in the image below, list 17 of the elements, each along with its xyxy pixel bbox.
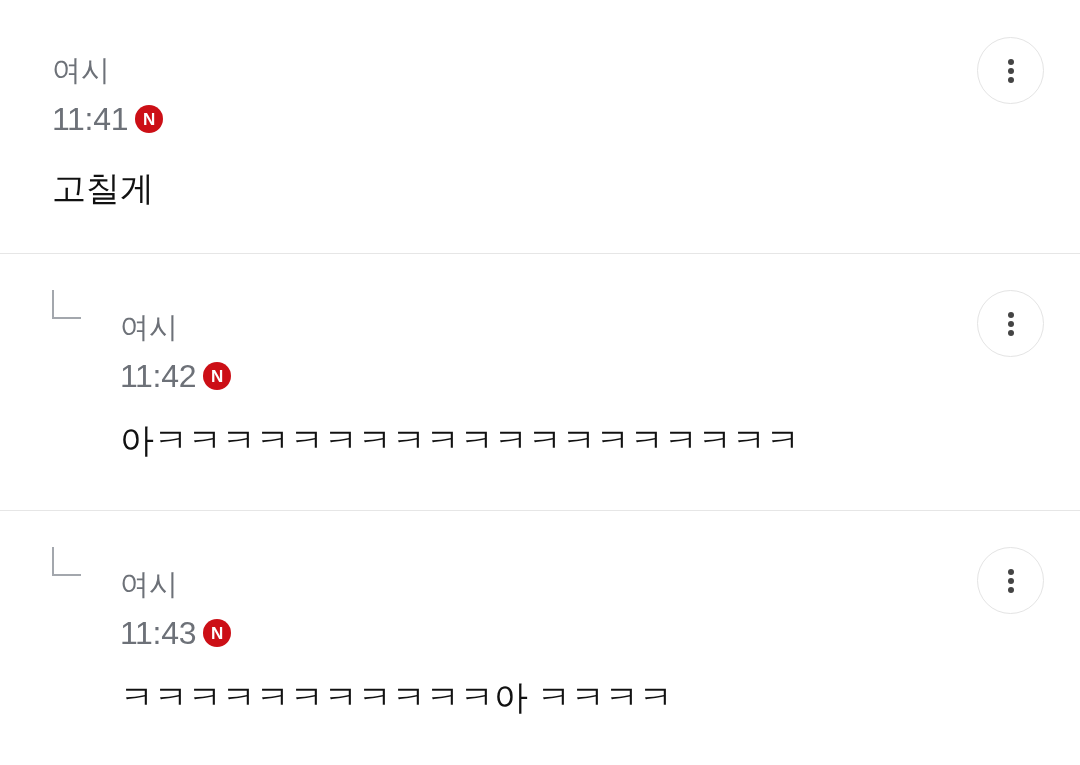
author-name: 여시 <box>52 53 110 88</box>
more-icon <box>1007 58 1014 83</box>
more-icon <box>1007 568 1014 593</box>
comment-time: 11:42 <box>120 357 197 396</box>
author-name: 여시 <box>120 567 178 602</box>
reply-corner-icon <box>52 290 81 319</box>
new-badge: N <box>203 619 232 647</box>
comment-text: ㅋㅋㅋㅋㅋㅋㅋㅋㅋㅋㅋ아 ㅋㅋㅋㅋ <box>120 677 674 718</box>
more-icon <box>1007 311 1014 336</box>
comment-text: 아ㅋㅋㅋㅋㅋㅋㅋㅋㅋㅋㅋㅋㅋㅋㅋㅋㅋㅋㅋ <box>120 420 800 461</box>
reply-corner-icon <box>52 547 81 576</box>
new-badge: N <box>135 105 164 133</box>
comment-time: 11:41 <box>52 100 129 139</box>
author-name: 여시 <box>120 310 178 345</box>
comment-time: 11:43 <box>120 614 197 653</box>
comment-text: 고칠게 <box>52 168 154 209</box>
new-badge: N <box>203 362 232 390</box>
